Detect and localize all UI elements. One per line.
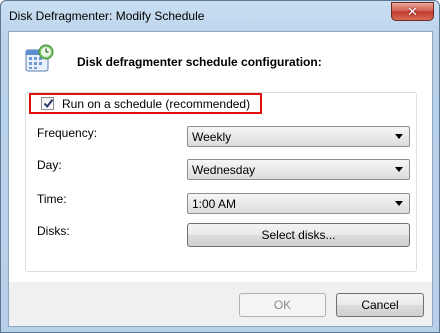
- dialog-client-area: Disk defragmenter schedule configuration…: [8, 31, 433, 327]
- run-on-schedule-checkbox[interactable]: [41, 97, 54, 110]
- frequency-label: Frequency:: [37, 126, 98, 140]
- day-label: Day:: [37, 158, 62, 172]
- checkmark-icon: [43, 99, 54, 109]
- title-bar[interactable]: Disk Defragmenter: Modify Schedule ✕: [1, 1, 439, 31]
- chevron-down-icon: [395, 201, 403, 206]
- time-label: Time:: [37, 192, 67, 206]
- day-dropdown[interactable]: Wednesday: [187, 159, 410, 180]
- calendar-clock-icon: [23, 43, 55, 75]
- close-icon: ✕: [407, 4, 418, 19]
- schedule-option-highlight: Run on a schedule (recommended): [29, 93, 262, 114]
- chevron-down-icon: [395, 167, 403, 172]
- frequency-dropdown[interactable]: Weekly: [187, 126, 410, 147]
- time-value: 1:00 AM: [192, 196, 237, 211]
- day-value: Wednesday: [192, 162, 256, 177]
- cancel-button[interactable]: Cancel: [336, 293, 424, 317]
- ok-button[interactable]: OK: [239, 293, 326, 317]
- run-on-schedule-label[interactable]: Run on a schedule (recommended): [62, 97, 250, 111]
- close-button[interactable]: ✕: [391, 2, 434, 21]
- select-disks-button[interactable]: Select disks...: [187, 223, 410, 247]
- content-panel: Disk defragmenter schedule configuration…: [9, 32, 432, 282]
- page-title: Disk defragmenter schedule configuration…: [77, 55, 322, 69]
- chevron-down-icon: [395, 134, 403, 139]
- disks-label: Disks:: [37, 224, 70, 238]
- dialog-window: Disk Defragmenter: Modify Schedule ✕ Dis…: [0, 0, 440, 333]
- frequency-value: Weekly: [192, 129, 232, 144]
- window-title: Disk Defragmenter: Modify Schedule: [9, 9, 205, 23]
- time-dropdown[interactable]: 1:00 AM: [187, 193, 410, 214]
